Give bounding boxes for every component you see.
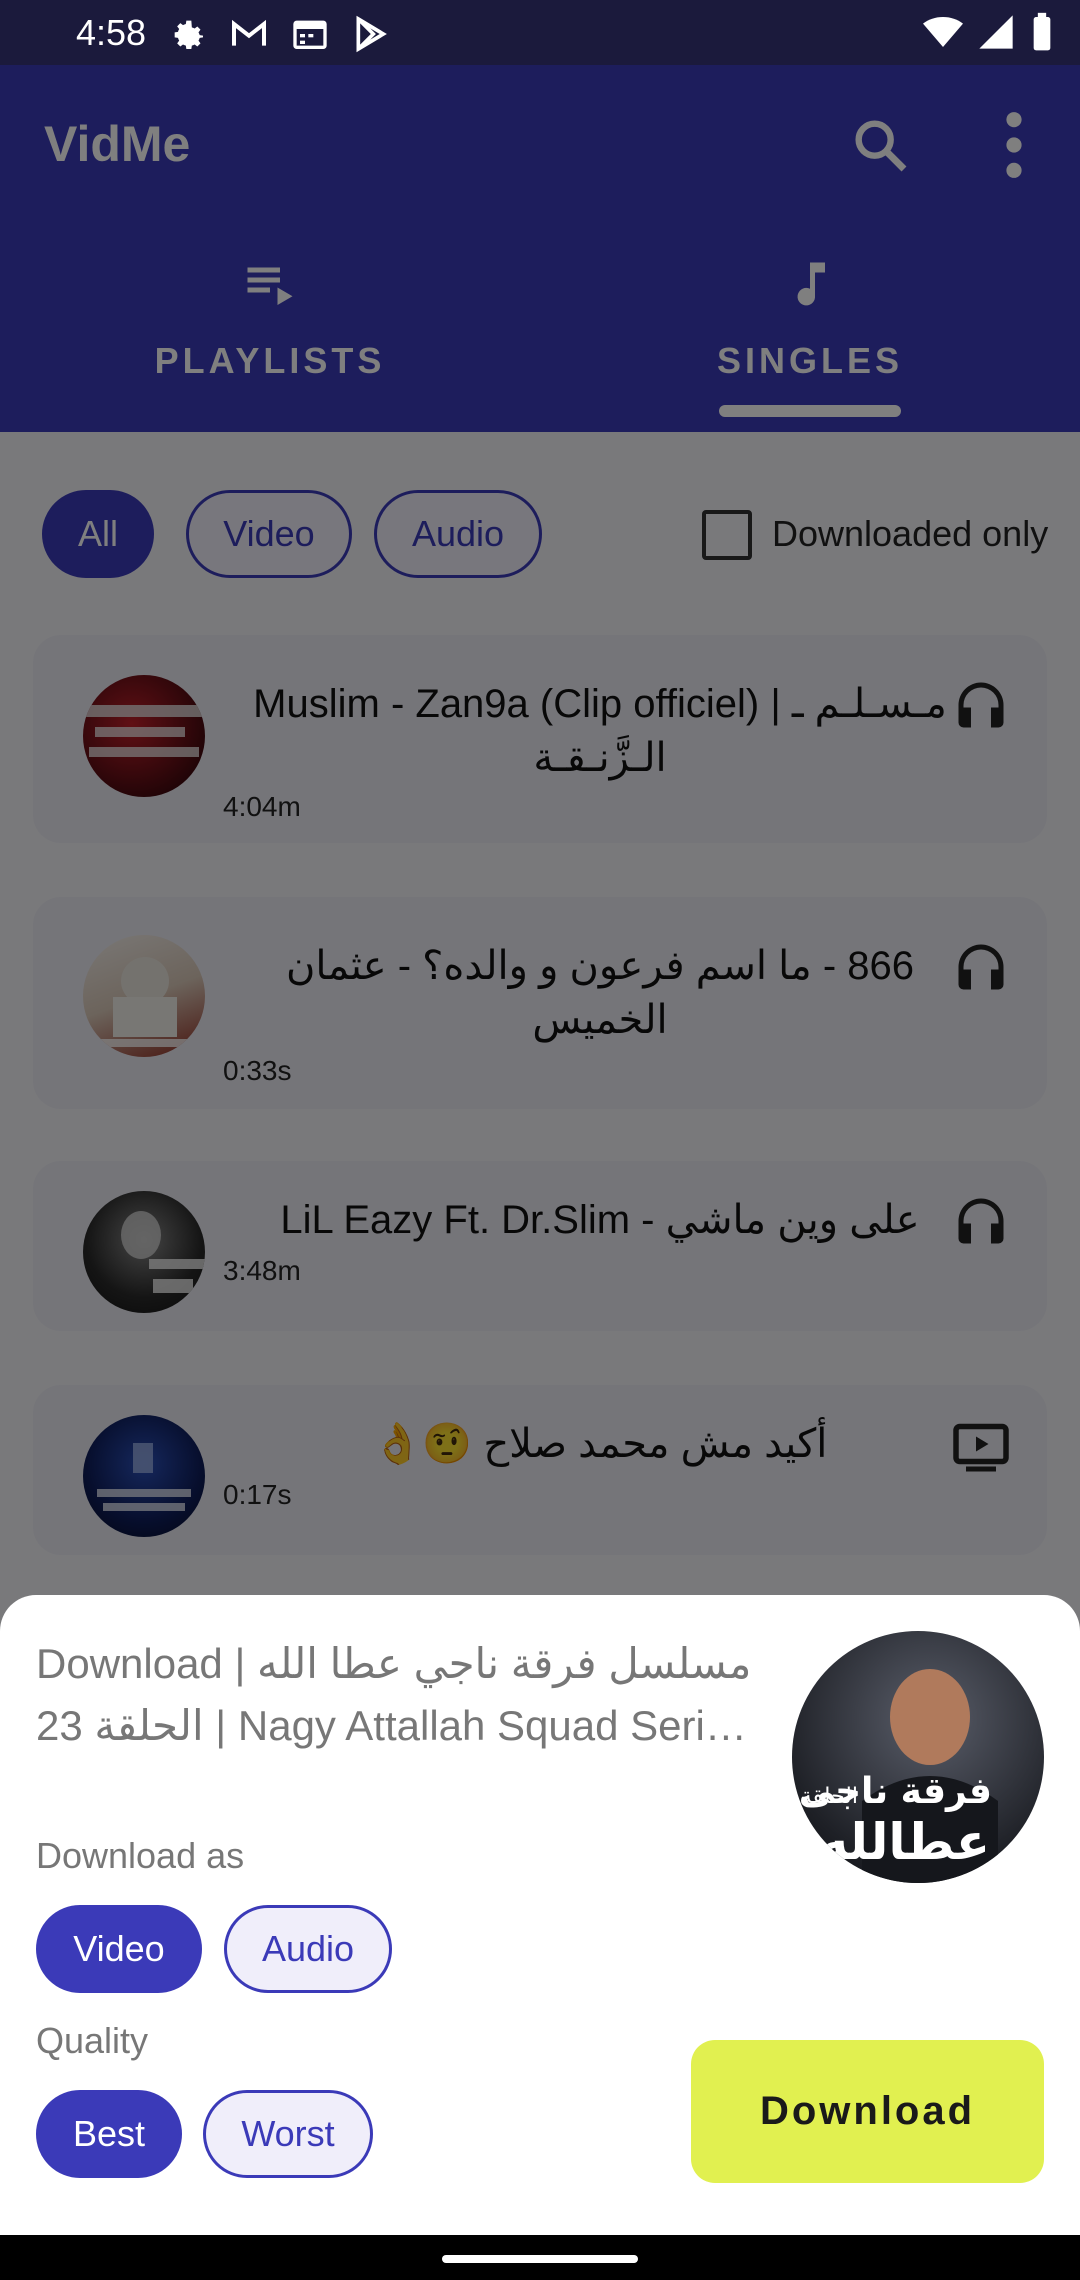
cell-signal-icon: [979, 15, 1013, 49]
system-icons: [880, 12, 1080, 52]
quality-best-chip[interactable]: Best: [36, 2090, 182, 2178]
thumb-text-2: الحلقة: [801, 1784, 858, 1809]
thumbnail-art: فرقة ناجى الحلقة عطالله: [799, 1669, 998, 1883]
download-as-video-chip[interactable]: Video: [36, 1905, 202, 1993]
play-store-icon: [356, 15, 387, 53]
quality-label: Quality: [36, 2020, 149, 2061]
navigation-bar: [0, 2235, 1080, 2280]
calendar-icon: [293, 20, 327, 49]
sheet-title: Download مسلسل فرقة ناجي عطا الله | الحل…: [36, 1633, 796, 1757]
battery-icon: [1033, 12, 1051, 51]
video-thumbnail: فرقة ناجى الحلقة عطالله: [792, 1631, 1044, 1883]
status-time: 4:58: [76, 12, 147, 53]
download-button[interactable]: Download: [691, 2040, 1044, 2183]
app-screen: 4:58 VidMe PLAYLISTS SINGLES: [0, 0, 1080, 2280]
status-bar: 4:58: [0, 0, 1080, 65]
gmail-icon: [232, 19, 266, 46]
thumb-text-3: عطالله: [819, 1813, 990, 1871]
wifi-icon: [923, 17, 963, 47]
sheet-title-prefix: Download: [36, 1640, 235, 1687]
home-gesture-handle[interactable]: [442, 2255, 638, 2263]
download-as-audio-chip[interactable]: Audio: [224, 1905, 392, 1993]
quality-worst-chip[interactable]: Worst: [203, 2090, 373, 2178]
download-bottom-sheet: Download مسلسل فرقة ناجي عطا الله | الحل…: [0, 1595, 1080, 2235]
settings-icon: [174, 20, 203, 49]
download-as-label: Download as: [36, 1835, 245, 1876]
